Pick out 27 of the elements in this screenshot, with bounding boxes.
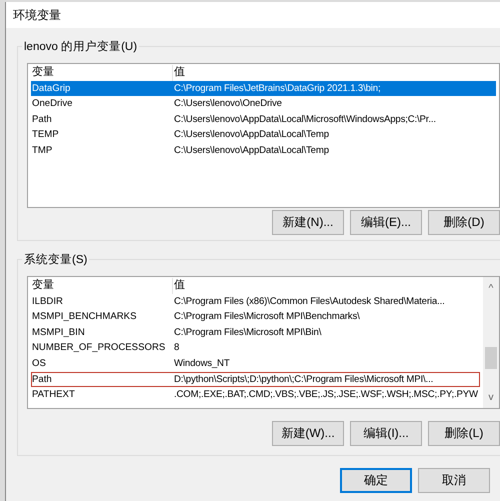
new-button[interactable]: 新建(N)... [272,210,344,235]
column-header[interactable]: 值 [173,278,480,294]
variable-row[interactable]: MSMPI_BIN C:\Program Files\Microsoft MPI\Bin\ [31,324,480,340]
variable-row[interactable]: OS Windows_NT [31,356,480,372]
ok-button[interactable]: 确定 [340,468,412,493]
column-header[interactable]: 变量 [31,278,173,294]
delete-button[interactable]: 删除(L) [428,421,500,446]
scrollbar[interactable]: ^ v [483,277,499,408]
window-title: 环境变量 [6,2,500,28]
variable-row[interactable]: Path D:\python\Scripts\;D:\python\;C:\Program Files\Microsoft MPI\... [31,372,480,388]
new-button[interactable]: 新建(W)... [272,421,344,446]
variable-row[interactable]: MSMPI_BENCHMARKS C:\Program Files\Microsoft MPI\Benchmarks\ [31,309,480,325]
edit-button[interactable]: 编辑(E)... [350,210,422,235]
variable-row[interactable]: OneDrive C:\Users\lenovo\OneDrive [31,96,496,112]
group-label: 系统变量(S) [22,252,90,267]
column-header[interactable]: 值 [173,65,496,81]
variable-row[interactable]: TMP C:\Users\lenovo\AppData\Local\Temp [31,142,496,159]
variable-row[interactable]: DataGrip C:\Program Files\JetBrains\DataGrip 2021.1.3\bin; [31,80,496,96]
group-label: lenovo 的用户变量(U) [22,39,140,54]
delete-button[interactable]: 删除(D) [428,210,500,235]
variable-row[interactable]: PATHEXT .COM;.EXE;.BAT;.CMD;.VBS;.VBE;.JS;.JSE;.WSF;.WSH;.MSC;.PY;.PYW [31,387,480,403]
edit-button[interactable]: 编辑(I)... [350,421,422,446]
variable-row[interactable]: TEMP C:\Users\lenovo\AppData\Local\Temp [31,127,496,143]
variable-row[interactable]: ILBDIR C:\Program Files (x86)\Common Files\Autodesk Shared\Materia... [31,294,480,310]
variable-row[interactable]: NUMBER_OF_PROCESSORS 8 [31,340,480,356]
cancel-button[interactable]: 取消 [418,468,490,493]
variable-row[interactable]: Path C:\Users\lenovo\AppData\Local\Microsoft\WindowsApps;C:\Pr... [31,112,496,128]
